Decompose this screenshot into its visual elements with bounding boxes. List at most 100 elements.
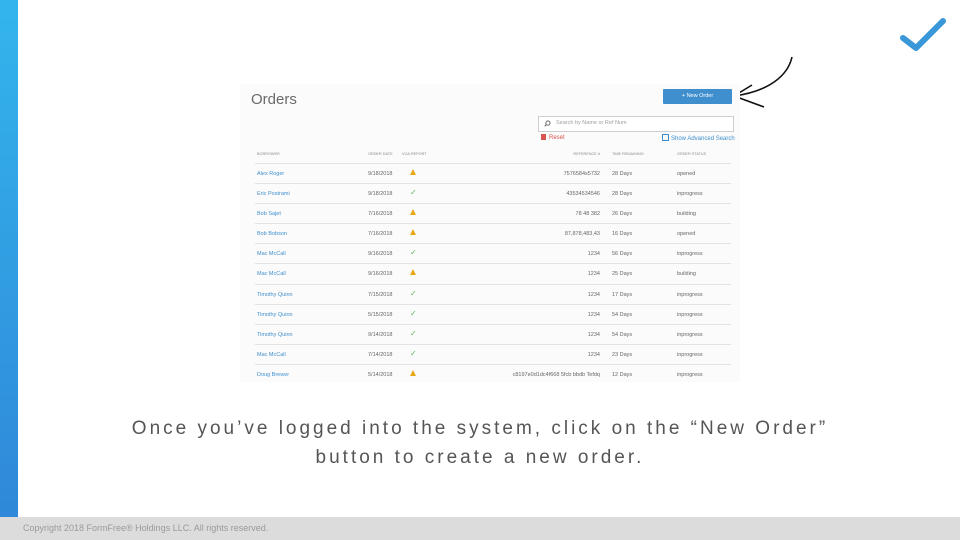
brand-side-bar — [0, 0, 18, 540]
reference-number: 43534534546 — [566, 191, 600, 198]
warning-icon — [410, 169, 416, 175]
reference-number: 1234 — [587, 291, 600, 298]
time-remaining: 26 Days — [612, 211, 633, 218]
table-row[interactable]: Mac McCall 9/16/2018 ✓ 1234 56 Days inprogres… — [255, 243, 731, 263]
table-row[interactable]: Mac McCall 7/14/2018 ✓ 1234 23 Days inprogres… — [255, 343, 731, 364]
voa-report-status[interactable] — [410, 269, 416, 277]
order-status: opened — [677, 231, 696, 238]
instruction-caption: Once you’ve logged into the system, clic… — [100, 414, 860, 472]
search-input[interactable]: Search by Name or Ref Num — [538, 116, 734, 132]
reference-number: 87,878,483,43 — [564, 231, 600, 238]
voa-report-status[interactable] — [410, 209, 416, 217]
order-date: 9/18/2018 — [368, 171, 393, 177]
table-row[interactable]: Mac McCall 9/16/2018 1234 25 Days building — [255, 263, 731, 283]
time-remaining: 17 Days — [612, 291, 633, 298]
table-row[interactable]: Alex Roger 9/18/2018 7576584s5732 28 Days op… — [255, 163, 731, 183]
caption-line: Once you’ve logged into the system, clic… — [131, 418, 829, 439]
footer: Copyright 2018 FormFree® Holdings LLC. A… — [0, 517, 960, 540]
advanced-search-link[interactable]: Show Advanced Search — [662, 134, 735, 142]
voa-report-status[interactable]: ✓ — [410, 189, 417, 197]
warning-icon — [410, 369, 416, 376]
borrower-link[interactable]: Timothy Quinn — [257, 332, 293, 338]
check-icon: ✓ — [410, 248, 417, 258]
order-date: 5/14/2018 — [368, 371, 393, 378]
reference-number: 1234 — [587, 271, 600, 278]
warning-icon — [410, 229, 416, 236]
borrower-link[interactable]: Alex Roger — [257, 171, 284, 177]
order-status: inprogress — [677, 371, 703, 378]
copyright-text: Copyright 2018 FormFree® Holdings LLC. A… — [23, 523, 269, 533]
time-remaining: 28 Days — [612, 171, 633, 177]
new-order-button[interactable]: + New Order — [663, 89, 732, 104]
check-icon: ✓ — [410, 288, 417, 298]
voa-report-status[interactable] — [410, 369, 416, 378]
caption-line: button to create a new order. — [315, 447, 645, 468]
borrower-link[interactable]: Eric Postrami — [257, 191, 290, 197]
orders-screenshot: Orders + New Order Search by Name or Ref… — [240, 84, 740, 382]
checkmark-logo-icon — [900, 18, 946, 51]
time-remaining: 16 Days — [612, 231, 633, 238]
table-row[interactable]: Bob Sajet 7/16/2018 78 48 382 26 Days buildi… — [255, 203, 731, 223]
table-row[interactable]: Doug Brewer 5/14/2018 c8197e0d1dc4f668 5fc… — [255, 363, 731, 382]
check-icon: ✓ — [410, 188, 417, 198]
borrower-link[interactable]: Doug Brewer — [257, 372, 289, 378]
borrower-link[interactable]: Bob Sajet — [257, 211, 281, 217]
voa-report-status[interactable]: ✓ — [410, 249, 417, 257]
column-header[interactable]: ORDER DATE — [368, 152, 393, 156]
reset-link[interactable]: Reset — [541, 134, 565, 141]
column-header[interactable]: ORDER STATUS — [677, 152, 706, 156]
voa-report-status[interactable] — [410, 229, 416, 237]
time-remaining: 54 Days — [612, 311, 633, 318]
borrower-link[interactable]: Timothy Quinn — [257, 312, 293, 318]
order-status: inprogress — [677, 251, 703, 258]
table-row[interactable]: Eric Postrami 9/18/2018 ✓ 43534534546 28 Day… — [255, 183, 731, 203]
check-icon: ✓ — [410, 308, 417, 318]
reference-number: 1234 — [587, 331, 600, 338]
table-row[interactable]: Bob Bobson 7/16/2018 87,878,483,43 16 Days o… — [255, 223, 731, 243]
time-remaining: 56 Days — [612, 251, 633, 258]
voa-report-status[interactable]: ✓ — [410, 348, 417, 358]
borrower-link[interactable]: Mac McCall — [257, 271, 286, 277]
table-header: BORROWER ORDER DATE VOA REPORT REFERENCE… — [255, 152, 731, 160]
reference-number: 78 48 382 — [575, 211, 600, 218]
borrower-link[interactable]: Bob Bobson — [257, 231, 287, 237]
warning-icon — [410, 209, 416, 216]
voa-report-status[interactable]: ✓ — [410, 308, 417, 318]
table-row[interactable]: Timothy Quinn 9/14/2018 ✓ 1234 54 Days inprog… — [255, 323, 731, 344]
table-row[interactable]: Timothy Quinn 7/15/2018 ✓ 1234 17 Days inprog… — [255, 283, 731, 304]
column-header[interactable]: REFERENCE # — [573, 152, 600, 156]
search-icon — [544, 120, 551, 127]
pointer-arrow-icon — [733, 56, 793, 108]
voa-report-status[interactable] — [410, 169, 416, 177]
order-status: inprogress — [677, 311, 703, 318]
check-icon: ✓ — [410, 348, 417, 358]
reset-label: Reset — [549, 135, 565, 141]
order-status: inprogress — [677, 191, 703, 198]
order-status: opened — [677, 171, 696, 177]
order-status: inprogress — [677, 351, 703, 358]
borrower-link[interactable]: Timothy Quinn — [257, 292, 293, 298]
order-status: inprogress — [677, 291, 703, 298]
column-header[interactable]: VOA REPORT — [402, 152, 427, 156]
order-date: 9/16/2018 — [368, 271, 393, 278]
order-date: 9/14/2018 — [368, 331, 393, 338]
reference-number: 1234 — [587, 251, 600, 258]
trash-icon — [541, 134, 546, 140]
order-date: 7/16/2018 — [368, 211, 393, 218]
borrower-link[interactable]: Mac McCall — [257, 352, 286, 358]
voa-report-status[interactable]: ✓ — [410, 288, 417, 298]
column-header[interactable]: TIME REMAINING — [612, 152, 644, 156]
column-header[interactable]: BORROWER — [257, 152, 280, 156]
table-row[interactable]: Timothy Quinn 5/15/2018 ✓ 1234 54 Days inprog… — [255, 303, 731, 324]
voa-report-status[interactable]: ✓ — [410, 329, 417, 338]
time-remaining: 54 Days — [612, 331, 633, 338]
order-status: inprogress — [677, 331, 703, 338]
time-remaining: 25 Days — [612, 271, 633, 278]
time-remaining: 23 Days — [612, 351, 633, 358]
order-date: 7/14/2018 — [368, 351, 393, 358]
borrower-link[interactable]: Mac McCall — [257, 251, 286, 257]
advanced-search-label: Show Advanced Search — [671, 136, 735, 142]
orders-table-body: Alex Roger 9/18/2018 7576584s5732 28 Days op… — [255, 163, 731, 382]
order-date: 9/18/2018 — [368, 191, 393, 198]
order-status: building — [677, 271, 696, 278]
